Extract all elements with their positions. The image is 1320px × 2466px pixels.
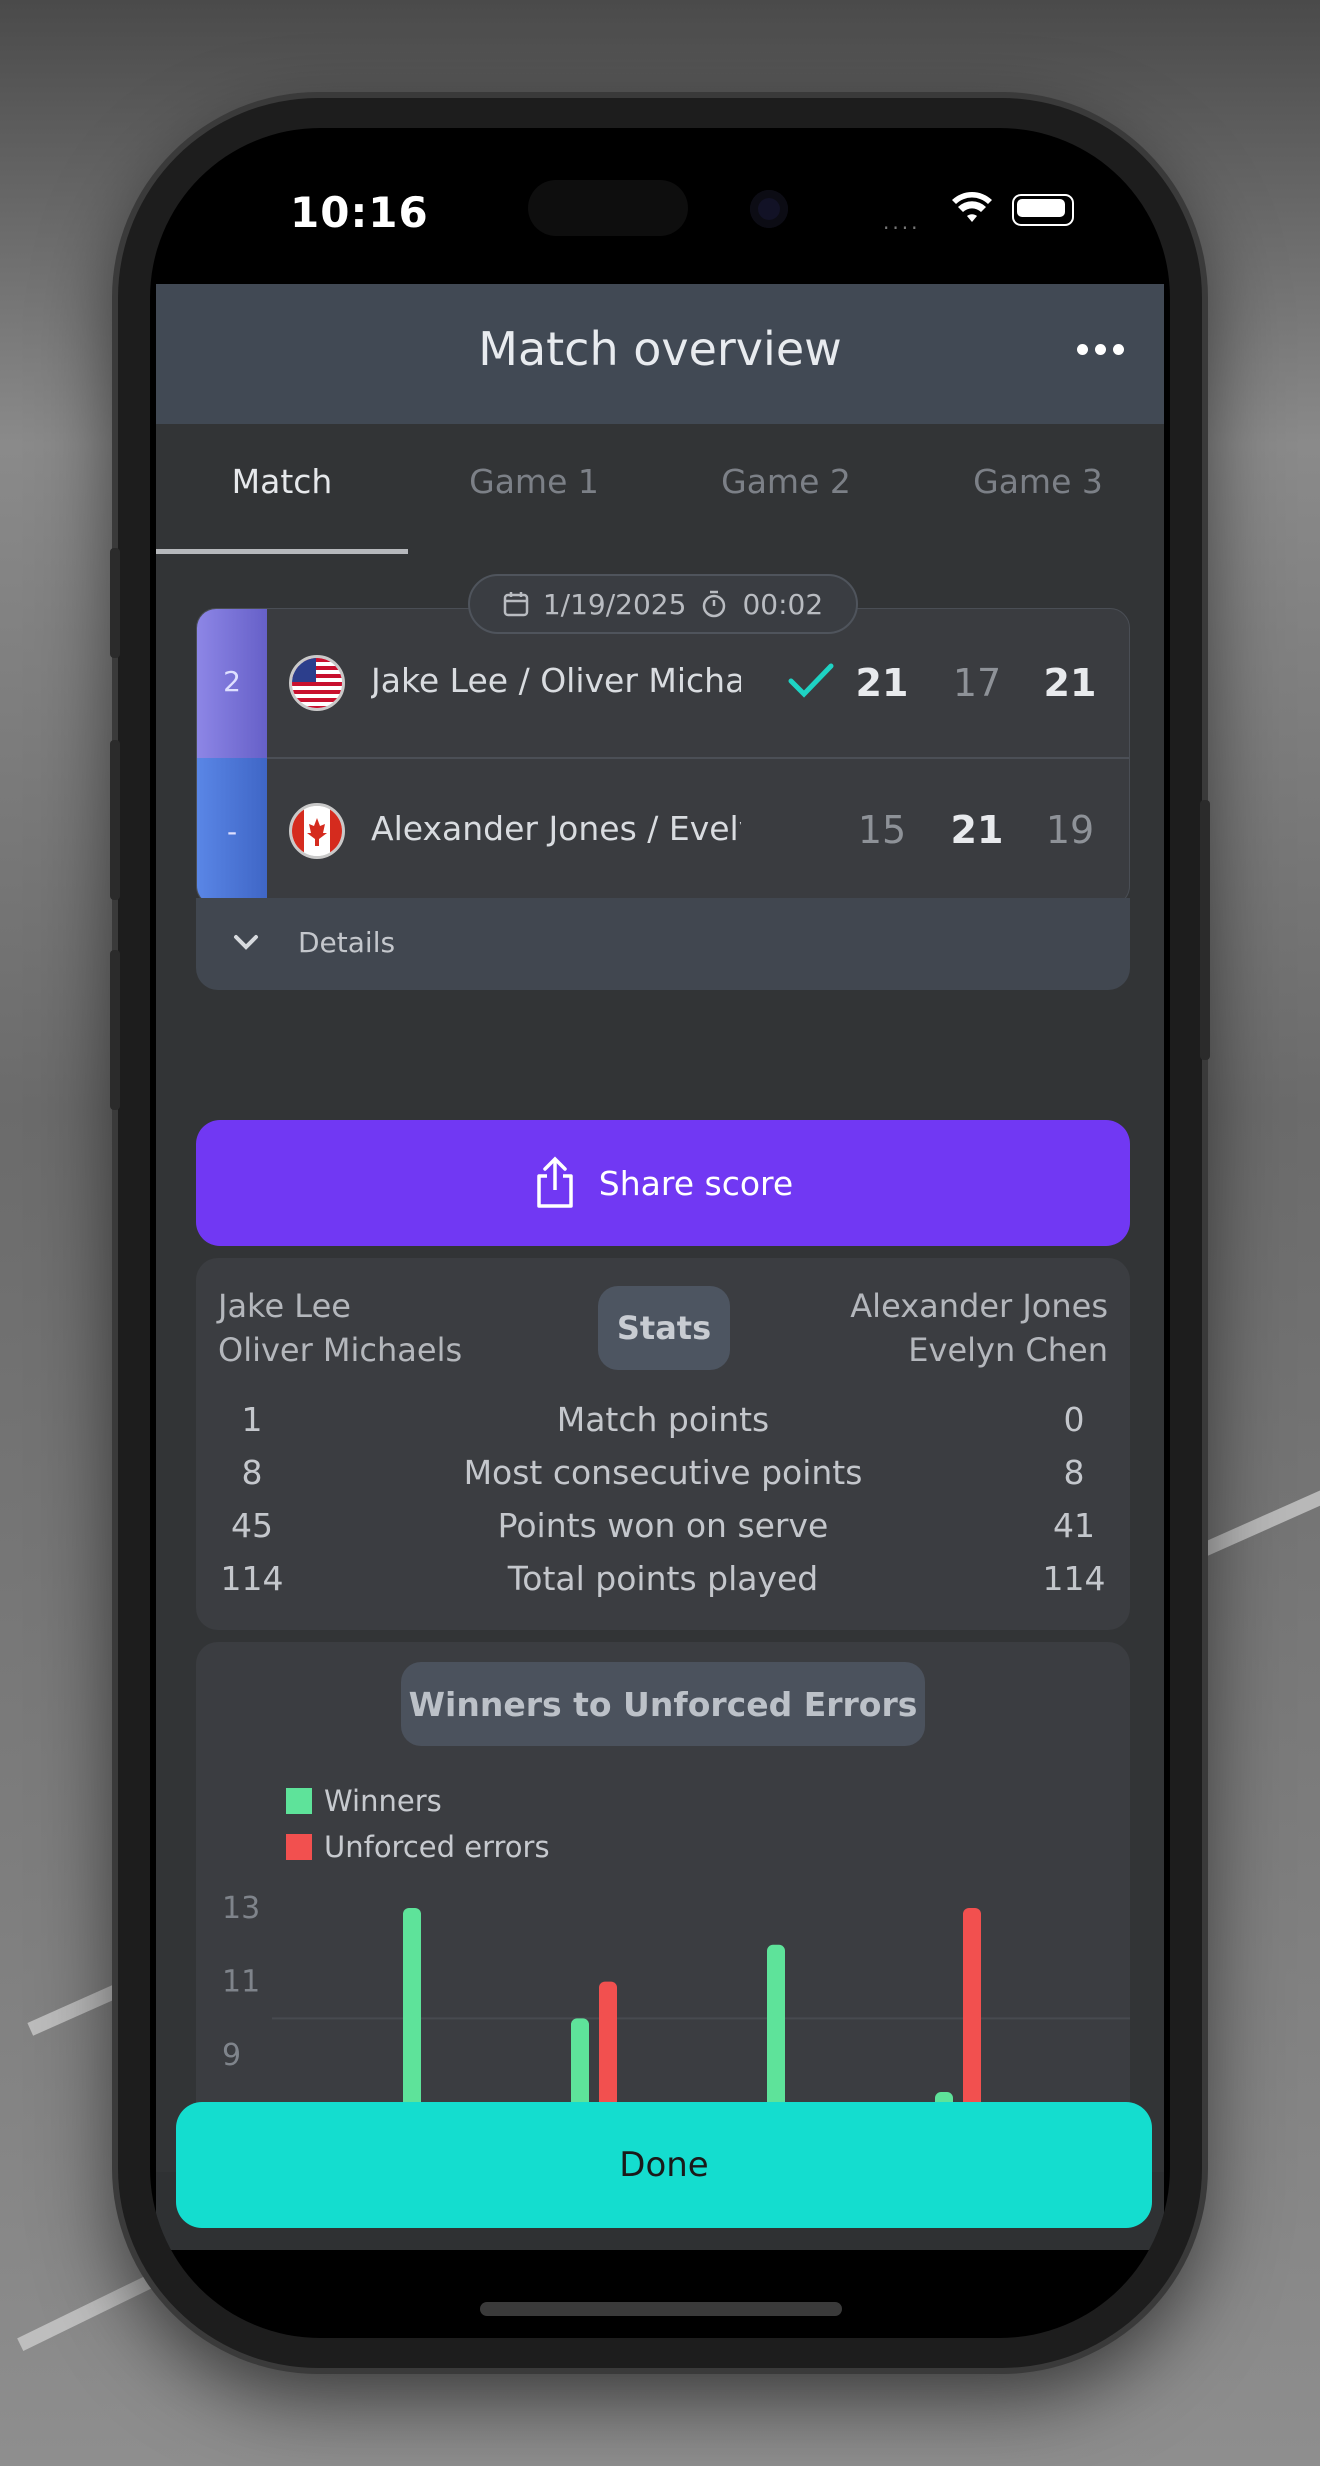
done-button[interactable]: Done (176, 2102, 1152, 2228)
tab-game-3[interactable]: Game 3 (912, 424, 1164, 554)
stat-label: Match points (556, 1400, 770, 1439)
team-1-seed: 2 (223, 665, 241, 698)
stat-label: Most consecutive points (463, 1453, 863, 1492)
status-time: 10:16 (290, 188, 429, 237)
y-tick-label: 9 (222, 2038, 241, 2073)
right-team-players: Alexander Jones Evelyn Chen (850, 1284, 1108, 1372)
share-icon (537, 1156, 573, 1208)
share-score-button[interactable]: Share score (196, 1120, 1130, 1246)
team-1-game-2-score: 17 (952, 661, 1002, 705)
y-tick-label: 11 (222, 1965, 260, 2000)
more-options-icon[interactable] (1077, 344, 1124, 355)
scoreboard-card: 2 - Jake Lee / Oliver Michaels (196, 574, 1130, 1008)
stat-label: Points won on serve (497, 1506, 829, 1545)
left-player-2: Oliver Michaels (218, 1331, 463, 1369)
stat-row: 1 Match points 0 (196, 1400, 1130, 1452)
right-player-2: Evelyn Chen (908, 1331, 1108, 1369)
team-1-game-3-score: 21 (1043, 661, 1097, 705)
tab-game-1[interactable]: Game 1 (408, 424, 660, 554)
team-2-name: Alexander Jones / Evelyn Chen (371, 809, 741, 848)
volume-down-button (110, 950, 120, 1110)
dynamic-island (528, 180, 688, 236)
team-2-game-2-score: 21 (950, 808, 1004, 852)
home-indicator (480, 2302, 842, 2316)
winners-errors-chart-card: Winners to Unforced Errors Winners Unfor… (196, 1642, 1130, 2172)
side-button (110, 548, 120, 658)
stat-left-value: 1 (241, 1400, 263, 1439)
team-1-name: Jake Lee / Oliver Michaels (371, 661, 741, 700)
canada-flag-icon (289, 803, 345, 859)
signal-icon: ···· (883, 216, 921, 240)
battery-icon (1012, 194, 1074, 226)
match-date: 1/19/2025 (542, 587, 687, 621)
left-team-players: Jake Lee Oliver Michaels (218, 1284, 462, 1372)
power-button (1200, 800, 1210, 1060)
usa-flag-icon (289, 655, 345, 711)
team-2-seed: - (226, 815, 238, 848)
tab-bar: Match Game 1 Game 2 Game 3 (156, 424, 1164, 554)
details-label: Details (298, 926, 396, 959)
stats-card: Jake Lee Oliver Michaels Stats Alexander… (196, 1258, 1130, 1630)
row-divider (267, 757, 1129, 759)
y-tick-label: 13 (222, 1891, 260, 1926)
tab-match[interactable]: Match (156, 424, 408, 554)
app-content: Match overview Match Game 1 Game 2 Game … (156, 284, 1164, 2250)
left-player-1: Jake Lee (218, 1287, 351, 1325)
wifi-icon (952, 192, 992, 222)
match-meta-pill: 1/19/2025 00:02 (468, 574, 858, 634)
stat-row: 114 Total points played 114 (196, 1559, 1130, 1611)
page-title: Match overview (478, 322, 842, 376)
stat-row: 8 Most consecutive points 8 (196, 1453, 1130, 1505)
stat-right-value: 8 (1063, 1453, 1085, 1492)
status-bar: 10:16 ···· (150, 128, 1170, 284)
bar-chart: 131197 (222, 1891, 1130, 2172)
camera-icon (750, 190, 788, 228)
scoreboard: 2 - Jake Lee / Oliver Michaels (196, 608, 1130, 906)
phone-screen: 10:16 ···· Match overview Match Game 1 G… (150, 128, 1170, 2338)
winner-check-icon (788, 663, 834, 698)
team-2-game-1-score: 15 (857, 808, 907, 852)
timer-icon (703, 590, 726, 618)
share-score-label: Share score (598, 1163, 794, 1203)
stat-left-value: 114 (220, 1559, 284, 1598)
stat-row: 45 Points won on serve 41 (196, 1506, 1130, 1558)
tab-game-2[interactable]: Game 2 (660, 424, 912, 554)
match-duration: 00:02 (742, 587, 824, 621)
stat-left-value: 8 (241, 1453, 263, 1492)
stat-right-value: 41 (1053, 1506, 1095, 1545)
calendar-icon (503, 592, 529, 617)
stat-label: Total points played (507, 1559, 819, 1598)
details-toggle[interactable]: Details (196, 898, 1130, 990)
stats-title: Stats (598, 1286, 730, 1370)
chevron-down-icon (234, 935, 258, 950)
team-2-game-3-score: 19 (1045, 808, 1095, 852)
volume-up-button (110, 740, 120, 900)
stat-left-value: 45 (231, 1506, 273, 1545)
stat-right-value: 0 (1063, 1400, 1085, 1439)
right-player-1: Alexander Jones (850, 1287, 1108, 1325)
stat-right-value: 114 (1042, 1559, 1106, 1598)
nav-bar: Match overview (156, 284, 1164, 424)
team-1-game-1-score: 21 (855, 661, 909, 705)
